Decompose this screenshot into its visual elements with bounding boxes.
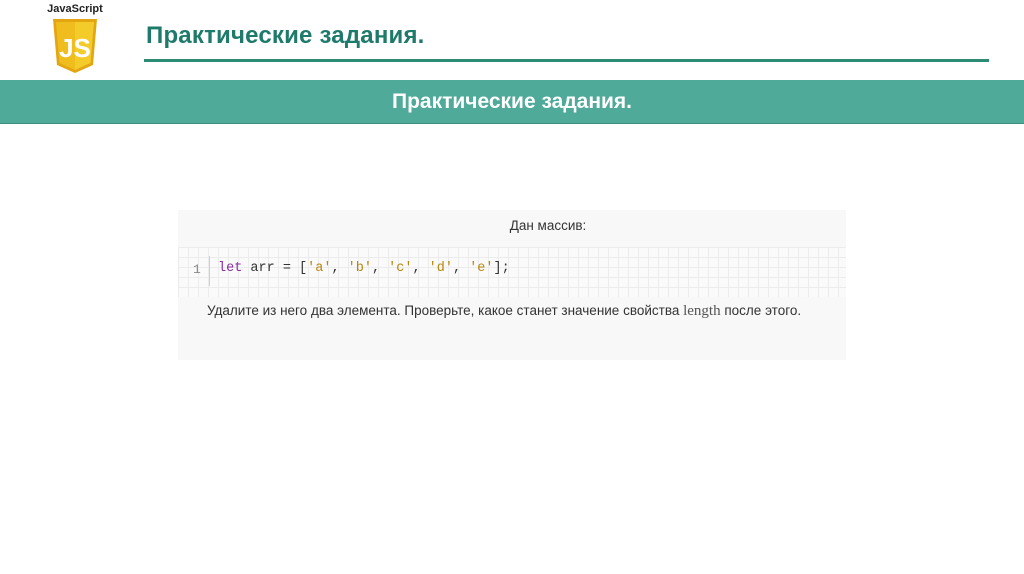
code-string: 'a'	[307, 261, 332, 276]
code-string: 'b'	[347, 261, 372, 276]
task-text-after: после этого.	[720, 303, 802, 318]
code-string: 'e'	[469, 261, 494, 276]
code-line: let arr = ['a', 'b', 'c', 'd', 'e'];	[218, 261, 510, 276]
banner-title: Практические задания.	[391, 90, 633, 113]
code-keyword: let	[218, 261, 243, 276]
line-number: 1	[193, 262, 201, 277]
code-declaration: arr = [	[242, 261, 308, 276]
page-title: Практические задания.	[146, 22, 425, 49]
js-badge-text: JS	[59, 33, 91, 63]
code-string: 'c'	[388, 261, 413, 276]
javascript-logo: JavaScript JS	[40, 3, 110, 75]
code-gutter	[209, 256, 210, 286]
title-divider	[144, 59, 989, 62]
inline-code-length: length	[683, 303, 721, 319]
task-heading: Дан массив:	[509, 218, 587, 233]
task-text-before: Удалите из него два элемента. Проверьте,…	[207, 303, 684, 318]
logo-label: JavaScript	[47, 3, 103, 15]
task-instructions: Удалите из него два элемента. Проверьте,…	[207, 303, 801, 320]
code-string: 'd'	[428, 261, 453, 276]
code-separator: ,	[331, 261, 348, 276]
code-separator: ,	[452, 261, 470, 276]
task-panel: Дан массив: 1 let arr = ['a', 'b', 'c', …	[178, 210, 846, 360]
code-separator: ,	[412, 261, 429, 276]
code-end: ];	[493, 261, 510, 276]
code-block: 1 let arr = ['a', 'b', 'c', 'd', 'e'];	[178, 247, 846, 297]
section-banner: Практические задания.	[0, 80, 1024, 124]
code-separator: ,	[371, 261, 389, 276]
js-shield-icon: JS	[53, 19, 97, 73]
